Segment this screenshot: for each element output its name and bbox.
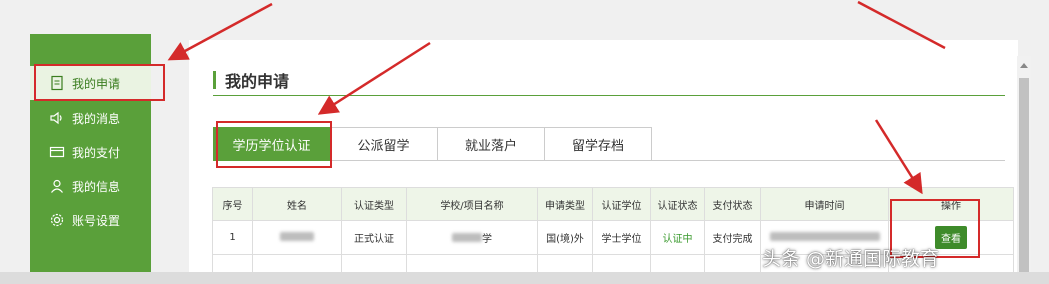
- arrow-top-right: [857, 0, 946, 50]
- annotation-arrows: [167, 0, 946, 195]
- arrow-to-action: [874, 119, 923, 195]
- arrow-to-sidebar: [167, 2, 273, 61]
- watermark: 头条 @新通国际教育: [762, 248, 940, 270]
- arrow-to-tab: [317, 41, 431, 115]
